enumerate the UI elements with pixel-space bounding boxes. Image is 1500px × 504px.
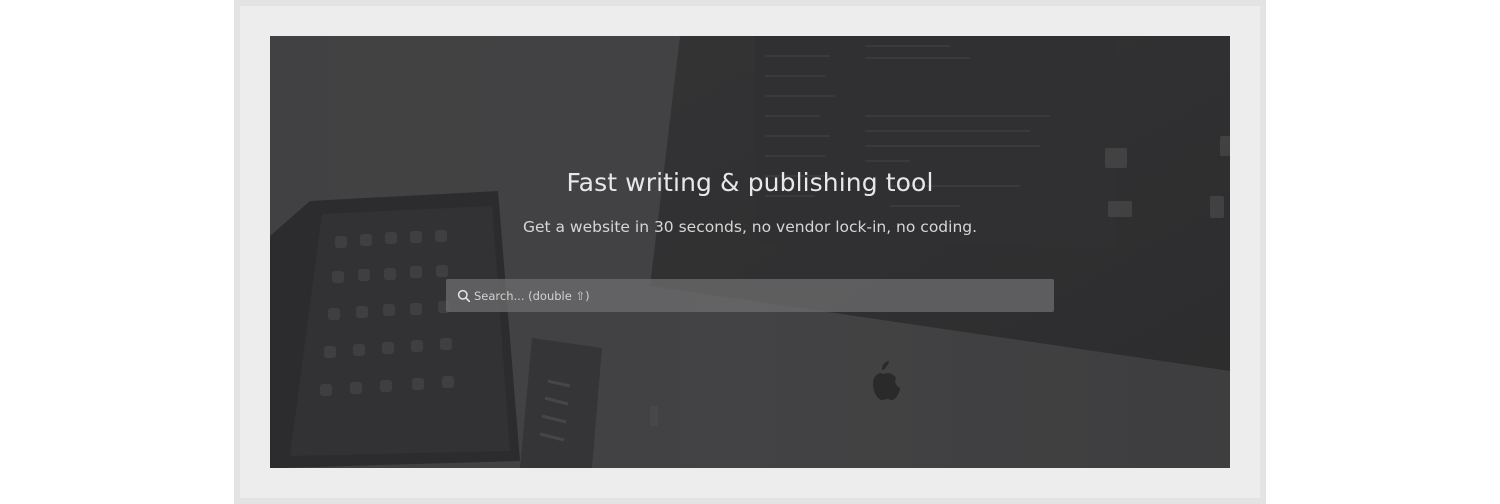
search-input[interactable] [474, 279, 1044, 312]
search-icon [457, 289, 471, 303]
page-container: Fast writing & publishing tool Get a web… [240, 6, 1260, 498]
hero-title: Fast writing & publishing tool [566, 168, 934, 197]
hero-content: Fast writing & publishing tool Get a web… [270, 36, 1230, 468]
hero-section: Fast writing & publishing tool Get a web… [270, 36, 1230, 468]
page-frame: Fast writing & publishing tool Get a web… [234, 0, 1266, 504]
hero-subtitle: Get a website in 30 seconds, no vendor l… [522, 218, 978, 236]
search-box[interactable] [446, 279, 1054, 312]
